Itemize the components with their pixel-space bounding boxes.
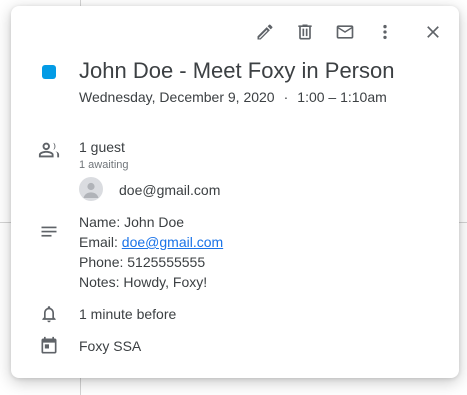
notes-value: Howdy, Foxy! — [123, 274, 208, 290]
name-label: Name: — [79, 214, 125, 230]
more-options-button[interactable] — [365, 18, 405, 46]
datetime-separator: · — [283, 89, 289, 105]
delete-event-button[interactable] — [285, 18, 325, 46]
phone-label: Phone: — [79, 254, 128, 270]
edit-icon — [257, 24, 273, 40]
description-notes-line: Notes: Howdy, Foxy! — [79, 272, 447, 292]
calendar-name: Foxy SSA — [79, 338, 142, 354]
guests-summary: 1 guest 1 awaiting — [79, 137, 447, 173]
close-button[interactable] — [413, 18, 453, 46]
delete-icon — [298, 24, 312, 40]
bell-icon — [37, 302, 61, 326]
description-phone-line: Phone: 5125555555 — [79, 252, 447, 272]
event-datetime: Wednesday, December 9, 2020 · 1:00 – 1:10a… — [79, 87, 447, 107]
calendar-icon — [37, 334, 61, 358]
person-icon — [83, 182, 99, 198]
email-link[interactable]: doe@gmail.com — [122, 234, 223, 250]
event-description: Name: John Doe Email: doe@gmail.com Phon… — [79, 212, 447, 292]
event-date: Wednesday, December 9, 2020 — [79, 89, 275, 105]
phone-value: 5125555555 — [127, 254, 206, 270]
description-name-line: Name: John Doe — [79, 212, 447, 232]
email-icon — [336, 25, 354, 39]
event-time: 1:00 – 1:10am — [297, 89, 387, 105]
email-guests-button[interactable] — [325, 18, 365, 46]
popup-toolbar — [245, 18, 453, 46]
reminder-label: 1 minute before — [79, 306, 177, 322]
notes-icon — [37, 220, 61, 244]
more-options-icon — [383, 24, 387, 40]
event-header: John Doe - Meet Foxy in Person Wednesday… — [79, 57, 447, 107]
description-email-line: Email: doe@gmail.com — [79, 232, 447, 252]
avatar — [79, 177, 103, 201]
event-color-chip — [42, 65, 56, 79]
event-title: John Doe - Meet Foxy in Person — [79, 58, 395, 83]
guest-count: 1 guest — [79, 139, 125, 155]
notes-label: Notes: — [79, 274, 124, 290]
guest-email[interactable]: doe@gmail.com — [119, 180, 220, 200]
email-label: Email: — [79, 234, 122, 250]
close-icon — [427, 26, 439, 38]
guest-status: 1 awaiting — [79, 159, 129, 171]
guests-icon — [37, 138, 61, 162]
edit-event-button[interactable] — [245, 18, 285, 46]
event-details-popup: John Doe - Meet Foxy in Person Wednesday… — [11, 6, 459, 378]
name-value: John Doe — [124, 214, 185, 230]
